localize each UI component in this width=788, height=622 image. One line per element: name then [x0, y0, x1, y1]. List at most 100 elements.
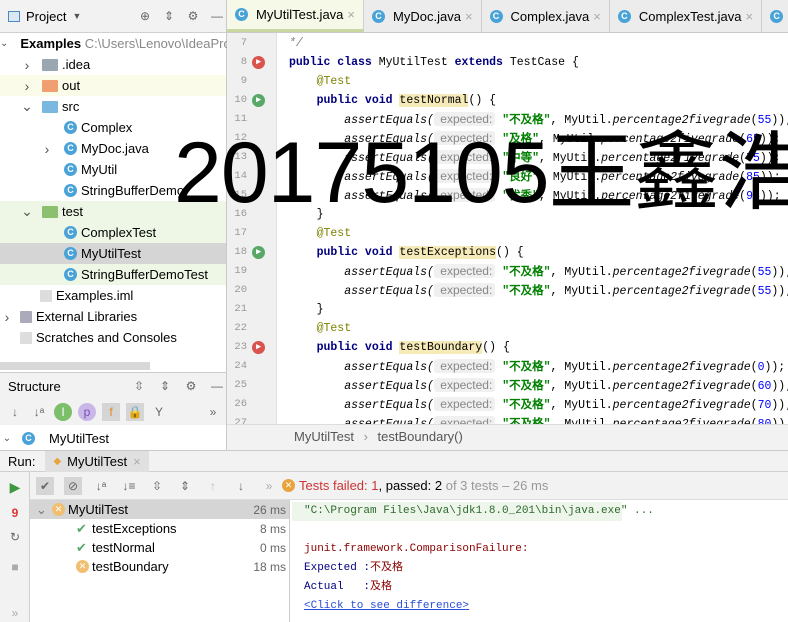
- test-item[interactable]: ✔ testNormal 0 ms: [30, 538, 289, 557]
- tree-item[interactable]: › External Libraries: [0, 306, 226, 327]
- tab-st[interactable]: CSt: [762, 0, 788, 32]
- close-icon[interactable]: ×: [593, 9, 601, 24]
- tree-item[interactable]: C StringBufferDemoTest: [0, 264, 226, 285]
- run-tab[interactable]: ◆ MyUtilTest ×: [45, 450, 149, 472]
- test-toolbar: ✔ ⊘ ↓ᵃ ↓≡ ⇳ ⇕ ↑ ↓ » ✕ Tests failed: 1, p…: [30, 472, 788, 500]
- sort-alpha-icon[interactable]: ↓ᵃ: [92, 477, 110, 495]
- gear-icon[interactable]: ⚙: [182, 377, 200, 395]
- test-passed-run-icon[interactable]: ▸: [252, 94, 265, 107]
- tree-item[interactable]: Examples.iml: [0, 285, 226, 306]
- property-filter-icon[interactable]: p: [78, 403, 96, 421]
- class-icon: C: [64, 268, 77, 281]
- sort-alpha-icon[interactable]: ↓ᵃ: [30, 403, 48, 421]
- test-name: MyUtilTest: [68, 502, 128, 517]
- code-token: , MyUtil.: [550, 380, 613, 393]
- sort-duration-icon[interactable]: ↓≡: [120, 477, 138, 495]
- code-token: 70: [757, 399, 772, 412]
- code-editor[interactable]: 7 */ 8 ▸ public class MyUtilTest extends Tes…: [227, 33, 788, 424]
- close-icon[interactable]: ×: [746, 9, 754, 24]
- breadcrumb-class[interactable]: MyUtilTest: [294, 429, 354, 444]
- show-ignored-icon[interactable]: ⊘: [64, 476, 82, 495]
- code-token: 55: [757, 285, 772, 298]
- chevron-down-icon[interactable]: ▼: [72, 11, 81, 21]
- more-icon[interactable]: »: [204, 403, 222, 421]
- code-token: () {: [468, 94, 497, 107]
- tree-item[interactable]: › out: [0, 75, 226, 96]
- collapse-all-icon[interactable]: ⇕: [176, 477, 194, 495]
- interface-filter-icon[interactable]: I: [54, 403, 72, 421]
- chevron-down-icon[interactable]: ⌄: [0, 433, 14, 444]
- rerun-failed-icon[interactable]: 9: [6, 504, 24, 522]
- tree-item[interactable]: C ComplexTest: [0, 222, 226, 243]
- tree-item[interactable]: › .idea: [0, 54, 226, 75]
- project-view-selector[interactable]: Project: [26, 9, 66, 24]
- gear-icon[interactable]: ⚙: [184, 7, 202, 25]
- code-text: assertEquals( expected: "不及格", MyUtil.pe…: [289, 281, 788, 301]
- chevron-down-icon[interactable]: ⌄: [0, 38, 8, 49]
- next-failed-icon[interactable]: ↓: [232, 477, 250, 495]
- test-item[interactable]: ⌄ ✕ MyUtilTest 26 ms: [30, 500, 289, 519]
- close-icon[interactable]: ×: [347, 7, 355, 22]
- expand-all-icon[interactable]: ⇳: [148, 477, 166, 495]
- chevron-down-icon[interactable]: ⌄: [20, 203, 34, 220]
- rerun-icon[interactable]: ▶: [6, 478, 24, 496]
- close-icon[interactable]: ×: [133, 454, 141, 469]
- chevron-down-icon[interactable]: ⌄: [20, 98, 34, 115]
- test-failed-run-icon[interactable]: ▸: [252, 341, 265, 354]
- test-item[interactable]: ✕ testBoundary 18 ms: [30, 557, 289, 576]
- tab-mydoc-java[interactable]: C MyDoc.java ×: [364, 0, 482, 32]
- tree-item-label: Examples.iml: [56, 288, 134, 303]
- chevron-down-icon[interactable]: ⌄: [36, 502, 52, 518]
- lock-filter-icon[interactable]: 🔒: [126, 403, 144, 421]
- show-passed-icon[interactable]: ✔: [36, 476, 54, 495]
- test-failed-run-icon[interactable]: ▸: [252, 56, 265, 69]
- code-token: (: [750, 266, 758, 279]
- code-text: assertEquals( expected: "不及格", MyUtil.pe…: [289, 376, 788, 396]
- tab-complextest-java[interactable]: C ComplexTest.java ×: [610, 0, 763, 32]
- hierarchy-icon[interactable]: Y: [150, 403, 168, 421]
- prev-failed-icon[interactable]: ↑: [204, 477, 222, 495]
- code-token: () {: [482, 341, 510, 354]
- code-text: assertEquals( expected: "不及格", MyUtil.pe…: [289, 357, 785, 377]
- file-icon: [40, 289, 52, 302]
- tree-item-label: out: [62, 78, 81, 93]
- locate-icon[interactable]: ⊕: [136, 7, 154, 25]
- fail-icon: ✕: [76, 560, 89, 573]
- expand-all-icon[interactable]: ⇳: [130, 377, 148, 395]
- test-passed-run-icon[interactable]: ▸: [252, 246, 265, 259]
- chevron-right-icon[interactable]: ›: [20, 57, 34, 73]
- tree-root[interactable]: ⌄ Examples C:\Users\Lenovo\IdeaProjects\…: [0, 33, 318, 54]
- tree-item[interactable]: C MyUtilTest: [0, 243, 226, 264]
- code-line: 22 @Test: [227, 319, 788, 338]
- breadcrumb-method[interactable]: testBoundary(): [378, 429, 463, 444]
- tree-item[interactable]: Scratches and Consoles: [0, 327, 226, 348]
- collapse-all-icon[interactable]: ⇕: [160, 7, 178, 25]
- see-difference-link[interactable]: <Click to see difference>: [304, 600, 469, 612]
- line-number: 27: [234, 417, 247, 424]
- horizontal-scrollbar[interactable]: [0, 362, 150, 370]
- toggle-auto-test-icon[interactable]: ↻: [6, 528, 24, 546]
- code-token: (: [750, 399, 758, 412]
- tab-myutiltest-java[interactable]: C MyUtilTest.java ×: [227, 0, 365, 32]
- test-item[interactable]: ✔ testExceptions 8 ms: [30, 519, 289, 538]
- structure-item[interactable]: ⌄ C MyUtilTest: [0, 425, 226, 451]
- tree-item[interactable]: ⌄ src: [0, 96, 226, 117]
- sort-visibility-icon[interactable]: ↓: [6, 403, 24, 421]
- collapse-all-icon[interactable]: ⇕: [156, 377, 174, 395]
- more-icon[interactable]: »: [260, 477, 278, 495]
- minimize-icon[interactable]: —: [208, 377, 226, 395]
- code-token: (: [750, 361, 758, 374]
- passed-count: , passed: 2: [378, 478, 443, 493]
- more-icon[interactable]: »: [6, 604, 24, 622]
- field-filter-icon[interactable]: f: [102, 403, 120, 421]
- console-output[interactable]: "C:\Program Files\Java\jdk1.8.0_201\bin\…: [292, 500, 788, 622]
- chevron-right-icon[interactable]: ›: [20, 78, 34, 94]
- minimize-icon[interactable]: —: [208, 7, 226, 25]
- tree-item-label: MyUtil: [81, 162, 118, 177]
- structure-title: Structure: [8, 378, 61, 394]
- chevron-right-icon[interactable]: ›: [0, 309, 14, 325]
- stop-icon[interactable]: ■: [6, 558, 24, 576]
- tab-complex-java[interactable]: C Complex.java ×: [482, 0, 610, 32]
- chevron-right-icon[interactable]: ›: [40, 141, 54, 157]
- close-icon[interactable]: ×: [465, 9, 473, 24]
